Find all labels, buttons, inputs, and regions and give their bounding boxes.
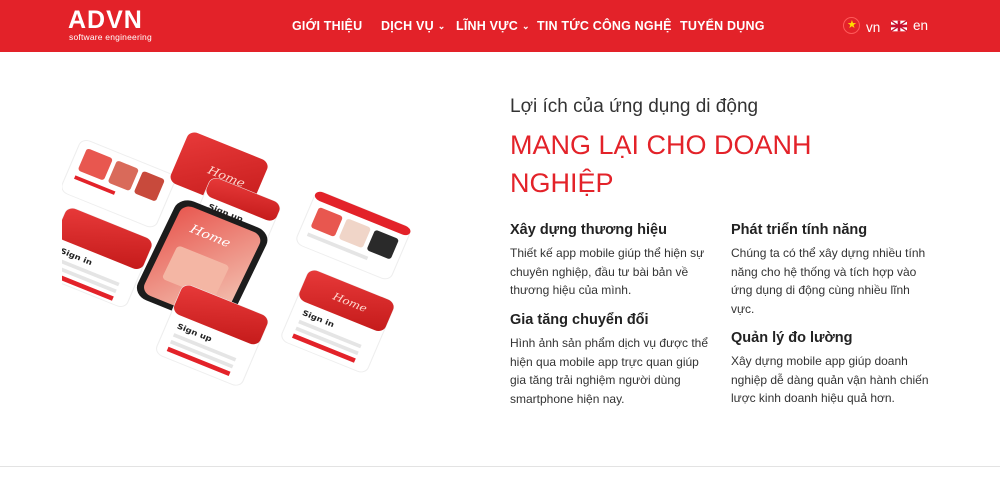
advn-logo[interactable]: ADVN software engineering <box>68 7 158 43</box>
uk-flag-icon <box>891 20 907 32</box>
feature-title: Gia tăng chuyển đổi <box>510 312 649 328</box>
mockup-card-signin-right: Home Sign in <box>281 270 395 373</box>
feature-measurement: Quản lý đo lường Xây dựng mobile app giú… <box>731 330 931 408</box>
nav-item-tin-tuc-cong-nghe[interactable]: TIN TỨC CÔNG NGHỆ <box>537 0 672 52</box>
feature-title: Quản lý đo lường <box>731 330 853 346</box>
chevron-down-icon: ⌄ <box>521 21 530 31</box>
nav-item-dich-vu[interactable]: DỊCH VỤ ⌄ <box>381 0 446 52</box>
section-divider <box>0 466 1000 467</box>
feature-text: Thiết kế app mobile giúp thể hiện sự chu… <box>510 246 705 297</box>
feature-title: Phát triển tính năng <box>731 222 868 238</box>
feature-text: Chúng ta có thể xây dựng nhiều tính năng… <box>731 246 926 316</box>
nav-item-label: LĨNH VỰC <box>456 19 518 33</box>
top-navbar: ADVN software engineering GIỚI THIỆU DỊC… <box>0 0 1000 52</box>
nav-item-label: TUYỂN DỤNG <box>680 19 765 33</box>
feature-development: Phát triển tính năng Chúng ta có thể xây… <box>731 222 931 318</box>
vietnam-flag-icon: ★ <box>843 17 860 34</box>
chevron-down-icon: ⌄ <box>437 21 446 31</box>
nav-item-tuyen-dung[interactable]: TUYỂN DỤNG <box>680 0 765 52</box>
language-code: vn <box>866 20 881 35</box>
feature-conversion: Gia tăng chuyển đổi Hình ảnh sản phẩm dị… <box>510 312 710 408</box>
language-code: en <box>913 18 929 33</box>
nav-item-label: GIỚI THIỆU <box>292 19 363 33</box>
feature-title: Xây dựng thương hiệu <box>510 222 667 238</box>
logo-tagline: software engineering <box>69 32 152 42</box>
nav-item-label: TIN TỨC CÔNG NGHỆ <box>537 19 672 33</box>
logo-wordmark: ADVN <box>68 6 143 34</box>
app-mockup-illustration: Home Sign up Home Sign in Sign up Home S… <box>62 132 411 386</box>
nav-item-label: DỊCH VỤ <box>381 19 434 33</box>
mockup-card-shop-right <box>296 191 411 280</box>
section-subtitle: Lợi ích của ứng dụng di động <box>510 96 759 117</box>
nav-item-linh-vuc[interactable]: LĨNH VỰC ⌄ <box>456 0 530 52</box>
feature-text: Xây dựng mobile app giúp doanh nghiệp dễ… <box>731 354 929 405</box>
language-vn[interactable]: ★ vn <box>843 17 880 35</box>
feature-text: Hình ảnh sản phẩm dịch vụ được thể hiện … <box>510 336 709 406</box>
nav-item-gioi-thieu[interactable]: GIỚI THIỆU <box>292 0 362 52</box>
section-headline: MANG LẠI CHO DOANH NGHIỆP <box>510 130 812 198</box>
language-en[interactable]: en <box>891 17 928 35</box>
feature-brand-building: Xây dựng thương hiệu Thiết kế app mobile… <box>510 222 710 300</box>
